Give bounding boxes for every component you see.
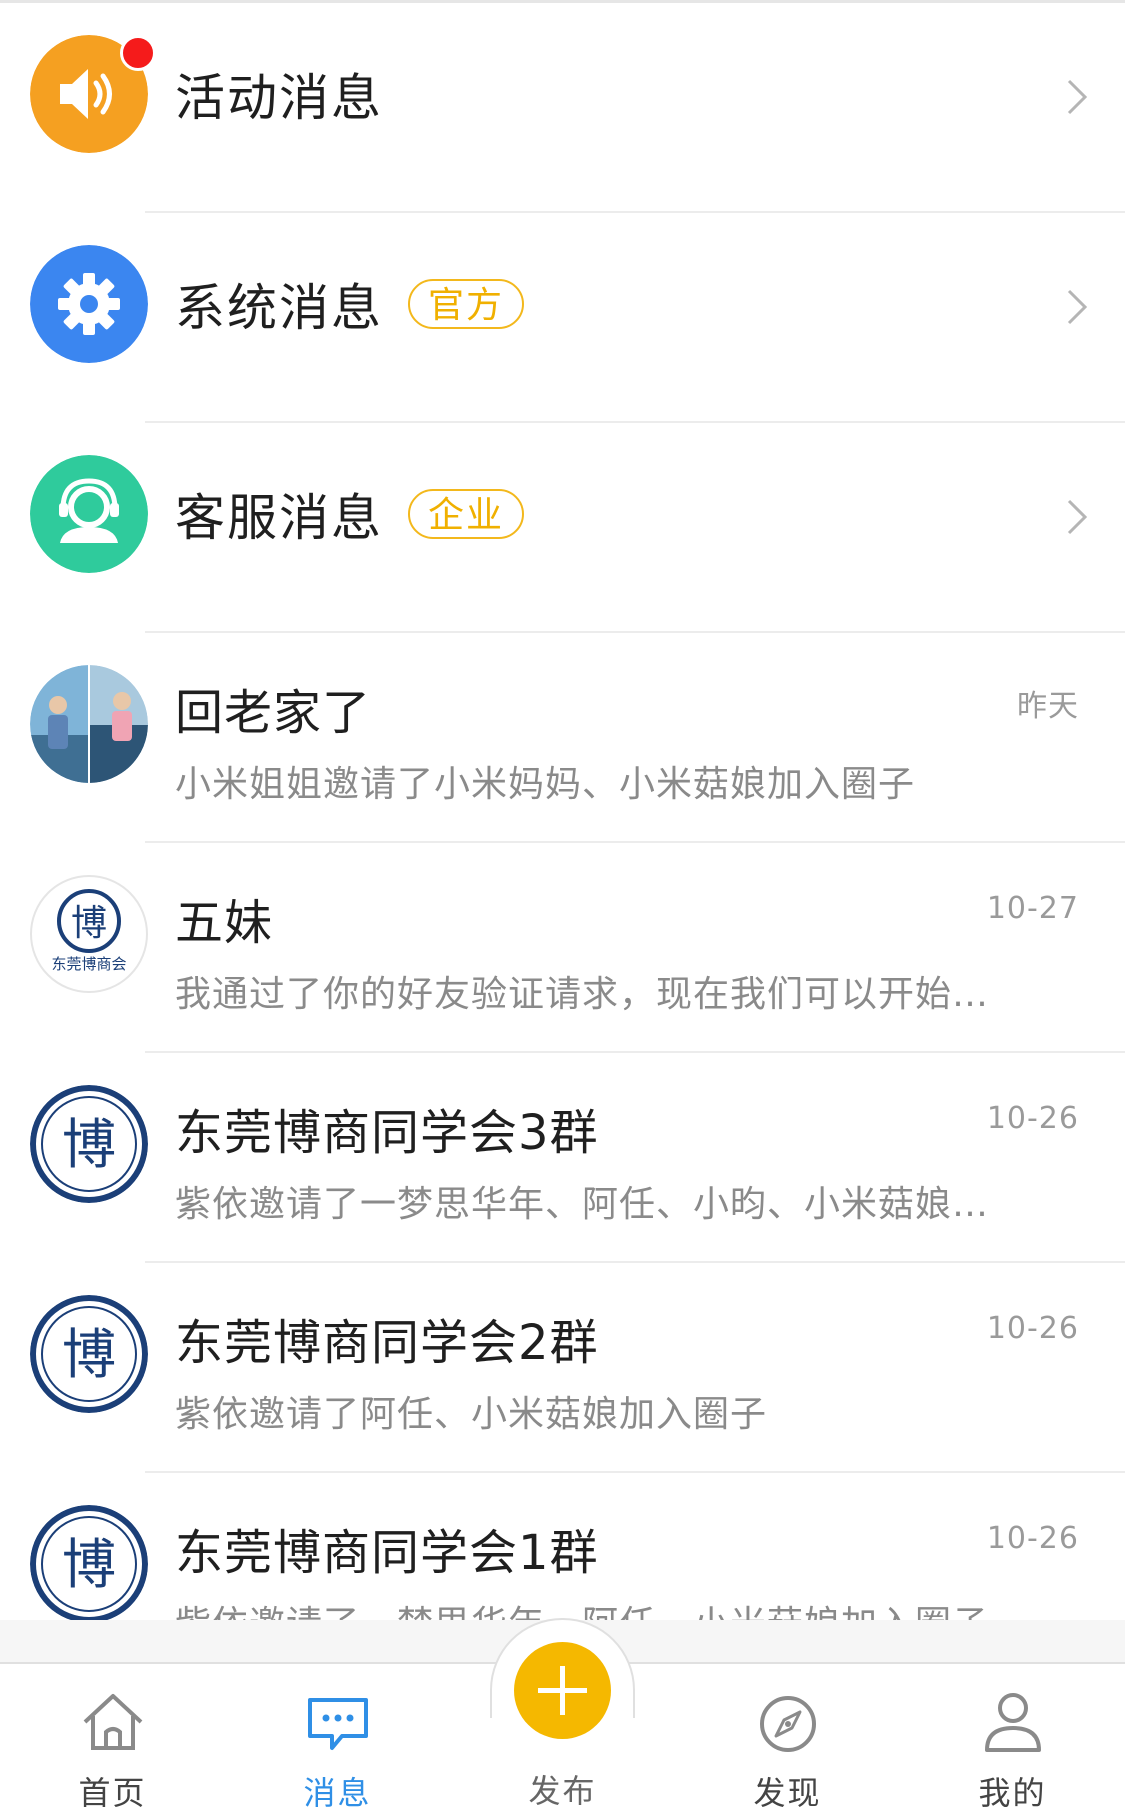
chat-preview: 紫依邀请了阿任、小米菇娘加入圈子 (175, 1394, 768, 1435)
tab-discover[interactable]: 发现 (675, 1664, 900, 1812)
logo-name: 东莞博商会 (51, 955, 126, 973)
boshang-logo-icon: 博 东莞博商会 (51, 889, 127, 973)
row-title: 客服消息 (175, 489, 383, 547)
tab-mine[interactable]: 我的 (900, 1664, 1125, 1812)
tab-label-publish: 发布 (528, 1772, 597, 1810)
chat-avatar: 博 东莞博商会 (30, 875, 148, 993)
row-title: 系统消息 (175, 279, 383, 337)
system-avatar (30, 245, 148, 363)
chat-time: 10-26 (986, 1311, 1079, 1346)
chat-title: 东莞博商同学会1群 (175, 1525, 599, 1581)
chat-avatar: 博 (30, 1295, 148, 1413)
chat-row[interactable]: 回老家了 小米姐姐邀请了小米妈妈、小米菇娘加入圈子 昨天 (0, 633, 1125, 843)
chat-avatar: 博 (30, 1085, 148, 1203)
chat-avatar (30, 665, 148, 783)
chat-title: 回老家了 (175, 685, 372, 741)
chat-title: 东莞博商同学会3群 (175, 1105, 599, 1161)
tab-label: 我的 (978, 1774, 1047, 1812)
official-tag: 官方 (408, 279, 525, 329)
chat-avatar: 博 (30, 1505, 148, 1623)
enterprise-tag: 企业 (408, 489, 525, 539)
system-message-row[interactable]: 系统消息 官方 (0, 213, 1125, 423)
row-title: 活动消息 (175, 69, 383, 127)
chat-row[interactable]: 博 东莞博商会 五妹 我通过了你的好友验证请求，现在我们可以开始… 10-27 (0, 843, 1125, 1053)
plus-icon (538, 1666, 587, 1715)
logo-char: 博 (62, 1323, 116, 1386)
chat-time: 10-27 (986, 891, 1079, 926)
unread-dot (120, 35, 156, 71)
boshang-group-icon: 博 (30, 1085, 148, 1203)
photo-avatar-image (30, 665, 148, 783)
publish-button[interactable] (514, 1642, 611, 1739)
headset-icon (30, 455, 148, 573)
chat-preview: 紫依邀请了一梦思华年、阿任、小昀、小米菇娘… (175, 1184, 985, 1225)
tab-label: 消息 (303, 1774, 372, 1812)
tab-label: 发现 (753, 1774, 822, 1812)
message-list: 活动消息 系统消息 官方 客服消息 企业 回老家了 小米姐姐邀请了小米妈妈、小米… (0, 3, 1125, 1683)
compass-icon (759, 1696, 816, 1752)
chevron-right-icon (1067, 79, 1088, 115)
user-icon (984, 1693, 1041, 1752)
chat-preview: 小米姐姐邀请了小米妈妈、小米菇娘加入圈子 (175, 764, 916, 805)
chat-time: 昨天 (1017, 689, 1079, 724)
home-icon (83, 1694, 142, 1750)
chat-preview: 我通过了你的好友验证请求，现在我们可以开始… (175, 974, 985, 1015)
logo-char: 博 (62, 1113, 116, 1176)
message-bubble-icon (307, 1698, 368, 1750)
chevron-right-icon (1067, 499, 1088, 535)
logo-char: 博 (71, 903, 107, 944)
tab-label: 首页 (78, 1774, 147, 1812)
chat-row[interactable]: 博 东莞博商同学会3群 紫依邀请了一梦思华年、阿任、小昀、小米菇娘… 10-26 (0, 1053, 1125, 1263)
tab-home[interactable]: 首页 (0, 1664, 225, 1812)
boshang-group-icon: 博 (30, 1505, 148, 1623)
activity-message-row[interactable]: 活动消息 (0, 3, 1125, 213)
chevron-right-icon (1067, 289, 1088, 325)
chat-title: 五妹 (175, 895, 274, 951)
service-avatar (30, 455, 148, 573)
logo-char: 博 (62, 1533, 116, 1596)
chat-title: 东莞博商同学会2群 (175, 1315, 599, 1371)
chat-time: 10-26 (986, 1101, 1079, 1136)
boshang-group-icon: 博 (30, 1295, 148, 1413)
service-message-row[interactable]: 客服消息 企业 (0, 423, 1125, 633)
gear-icon (30, 245, 148, 363)
chat-time: 10-26 (986, 1521, 1079, 1556)
chat-row[interactable]: 博 东莞博商同学会2群 紫依邀请了阿任、小米菇娘加入圈子 10-26 (0, 1263, 1125, 1473)
tab-messages[interactable]: 消息 (225, 1664, 450, 1812)
